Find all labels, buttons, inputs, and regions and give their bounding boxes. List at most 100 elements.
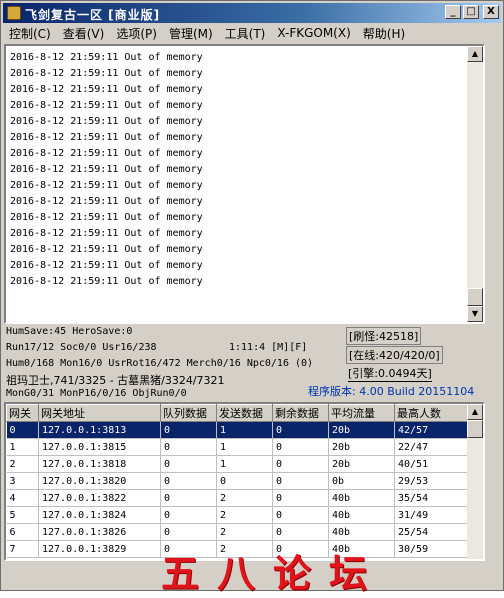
table-cell: 127.0.0.1:3813	[38, 421, 161, 439]
log-line: 2016-8-12 21:59:11 Out of memory	[10, 196, 203, 207]
table-cell: 0	[272, 523, 329, 541]
table-cell: 4	[6, 489, 39, 507]
menu-view[interactable]: 查看(V)	[63, 25, 105, 42]
gateway-grid-panel: 网关 网关地址 队列数据 发送数据 剩余数据 平均流量 最高人数 0 127.0.0.1:38…	[4, 402, 485, 561]
table-row[interactable]: 0 127.0.0.1:3813 0 1 0 20b 42/57	[6, 421, 468, 439]
log-line: 2016-8-12 21:59:11 Out of memory	[10, 84, 203, 95]
log-line: 2016-8-12 21:59:11 Out of memory	[10, 244, 203, 255]
table-cell: 31/49	[394, 506, 468, 524]
column-header[interactable]: 平均流量	[328, 404, 395, 422]
table-cell: 127.0.0.1:3824	[38, 506, 161, 524]
table-cell: 20b	[328, 438, 395, 456]
menu-tools[interactable]: 工具(T)	[225, 25, 266, 42]
log-line: 2016-8-12 21:59:11 Out of memory	[10, 100, 203, 111]
scroll-thumb[interactable]	[467, 420, 483, 438]
column-header[interactable]: 队列数据	[160, 404, 217, 422]
table-cell: 40b	[328, 523, 395, 541]
table-cell: 127.0.0.1:3822	[38, 489, 161, 507]
table-cell: 0	[160, 489, 217, 507]
table-cell: 20b	[328, 455, 395, 473]
table-cell: 3	[6, 472, 39, 490]
table-cell: 0	[160, 438, 217, 456]
table-cell: 1	[6, 438, 39, 456]
log-scrollbar[interactable]: ▲ ▼	[467, 46, 483, 322]
program-version: 程序版本: 4.00 Build 20151104	[308, 385, 475, 398]
table-row[interactable]: 6 127.0.0.1:3826 0 2 0 40b 25/54	[6, 523, 468, 541]
log-panel[interactable]: 2016-8-12 21:59:11 Out of memory 2016-8-1…	[4, 44, 485, 324]
log-list: 2016-8-12 21:59:11 Out of memory 2016-8-1…	[10, 50, 465, 290]
table-cell: 0	[160, 506, 217, 524]
table-cell: 2	[216, 506, 273, 524]
engine-uptime: [引擎:0.0494天]	[348, 367, 432, 382]
table-cell: 2	[6, 455, 39, 473]
table-cell: 0b	[328, 472, 395, 490]
status-objects: MonG0/31 MonP16/0/16 ObjRun0/0	[6, 388, 187, 399]
table-cell: 2	[216, 489, 273, 507]
table-cell: 1	[216, 421, 273, 439]
table-cell: 42/57	[394, 421, 468, 439]
menu-control[interactable]: 控制(C)	[9, 25, 51, 42]
table-row[interactable]: 4 127.0.0.1:3822 0 2 0 40b 35/54	[6, 489, 468, 507]
table-row[interactable]: 3 127.0.0.1:3820 0 0 0 0b 29/53	[6, 472, 468, 490]
column-header[interactable]: 剩余数据	[272, 404, 329, 422]
close-button[interactable]: X	[483, 5, 499, 19]
status-counts: Hum0/168 Mon16/0 UsrRot16/472 Merch0/16 …	[6, 358, 314, 369]
table-cell: 1	[216, 438, 273, 456]
status-monsters: 祖玛卫士,741/3325 - 古墓黑猪/3324/7321	[6, 374, 225, 387]
grid-scrollbar[interactable]: ▲	[467, 404, 483, 559]
table-cell: 127.0.0.1:3826	[38, 523, 161, 541]
scroll-up-icon[interactable]: ▲	[467, 46, 483, 62]
log-line: 2016-8-12 21:59:11 Out of memory	[10, 52, 203, 63]
log-line: 2016-8-12 21:59:11 Out of memory	[10, 132, 203, 143]
log-line: 2016-8-12 21:59:11 Out of memory	[10, 228, 203, 239]
table-cell: 0	[272, 472, 329, 490]
window-title: 飞剑复古一区 [商业版]	[25, 8, 161, 22]
column-header[interactable]: 网关	[6, 404, 39, 422]
menu-help[interactable]: 帮助(H)	[363, 25, 405, 42]
table-cell: 40/51	[394, 455, 468, 473]
log-line: 2016-8-12 21:59:11 Out of memory	[10, 212, 203, 223]
table-cell: 0	[272, 438, 329, 456]
forum-watermark: 五八论坛	[161, 551, 386, 596]
table-cell: 127.0.0.1:3820	[38, 472, 161, 490]
log-line: 2016-8-12 21:59:11 Out of memory	[10, 68, 203, 79]
table-cell: 0	[160, 523, 217, 541]
refresh-monster-count: [刷怪:42518]	[346, 327, 422, 345]
column-header[interactable]: 网关地址	[38, 404, 161, 422]
table-cell: 0	[216, 472, 273, 490]
table-row[interactable]: 1 127.0.0.1:3815 0 1 0 20b 22/47	[6, 438, 468, 456]
scroll-down-icon[interactable]: ▼	[467, 306, 483, 322]
table-cell: 0	[272, 489, 329, 507]
table-row[interactable]: 5 127.0.0.1:3824 0 2 0 40b 31/49	[6, 506, 468, 524]
table-cell: 22/47	[394, 438, 468, 456]
table-cell: 127.0.0.1:3829	[38, 540, 161, 558]
table-cell: 0	[160, 421, 217, 439]
log-line: 2016-8-12 21:59:11 Out of memory	[10, 164, 203, 175]
table-cell: 2	[216, 523, 273, 541]
menu-manage[interactable]: 管理(M)	[169, 25, 213, 42]
table-cell: 1	[216, 455, 273, 473]
table-cell: 25/54	[394, 523, 468, 541]
table-cell: 0	[6, 421, 39, 439]
table-cell: 6	[6, 523, 39, 541]
table-cell: 0	[160, 472, 217, 490]
menu-xfkgom[interactable]: X-FKGOM(X)	[277, 26, 350, 40]
menu-options[interactable]: 选项(P)	[116, 25, 157, 42]
column-header[interactable]: 发送数据	[216, 404, 273, 422]
table-cell: 0	[272, 421, 329, 439]
column-header[interactable]: 最高人数	[394, 404, 468, 422]
table-cell: 20b	[328, 421, 395, 439]
minimize-button[interactable]: _	[445, 5, 461, 19]
table-cell: 40b	[328, 489, 395, 507]
table-cell: 127.0.0.1:3818	[38, 455, 161, 473]
log-line: 2016-8-12 21:59:11 Out of memory	[10, 116, 203, 127]
table-cell: 7	[6, 540, 39, 558]
scroll-thumb[interactable]	[467, 288, 483, 306]
log-line: 2016-8-12 21:59:11 Out of memory	[10, 276, 203, 287]
title-bar[interactable]: 飞剑复古一区 [商业版] _ □ X	[3, 3, 501, 23]
scroll-up-icon[interactable]: ▲	[467, 404, 483, 420]
maximize-button[interactable]: □	[463, 5, 479, 19]
table-cell: 30/59	[394, 540, 468, 558]
table-row[interactable]: 2 127.0.0.1:3818 0 1 0 20b 40/51	[6, 455, 468, 473]
online-count: [在线:420/420/0]	[346, 346, 443, 364]
